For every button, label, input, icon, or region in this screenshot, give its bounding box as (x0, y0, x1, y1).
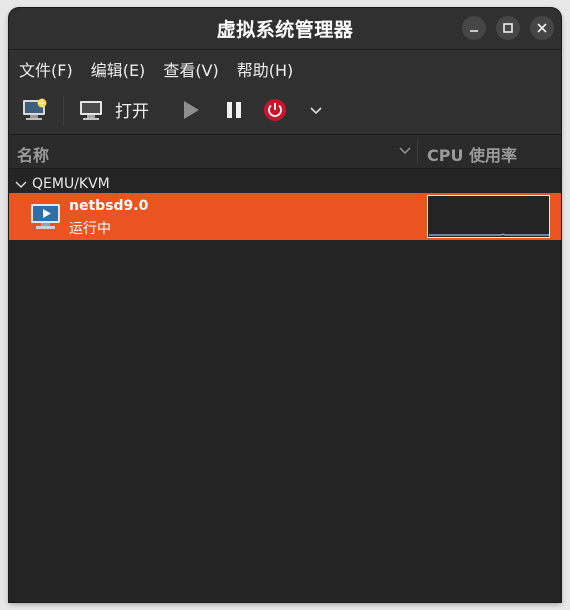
window-title: 虚拟系统管理器 (216, 19, 354, 41)
shutdown-button[interactable] (263, 98, 287, 122)
sort-chevron-icon[interactable] (398, 145, 412, 157)
maximize-button[interactable] (496, 16, 520, 40)
vm-running-icon (31, 204, 60, 229)
app-window: 虚拟系统管理器 文件(F) 编辑(E) 查看(V) 帮助(H) 打开 名称 CP… (9, 8, 561, 602)
vm-row[interactable]: netbsd9.0 运行中 (9, 193, 561, 240)
run-button[interactable] (181, 100, 201, 120)
pause-icon (227, 102, 241, 118)
new-vm-icon (23, 98, 47, 120)
close-button[interactable] (530, 16, 554, 40)
minimize-button[interactable] (462, 16, 486, 40)
menu-file[interactable]: 文件(F) (11, 57, 81, 81)
cpu-usage-sparkline (429, 233, 549, 236)
cpu-usage-line (429, 233, 549, 236)
vm-status: 运行中 (69, 221, 111, 237)
menu-edit[interactable]: 编辑(E) (83, 57, 154, 81)
open-button[interactable]: 打开 (79, 97, 149, 122)
monitor-icon (80, 100, 102, 120)
open-button-label: 打开 (115, 102, 149, 122)
cpu-usage-graph (427, 195, 550, 238)
title-bar[interactable]: 虚拟系统管理器 (9, 8, 561, 50)
close-icon (537, 23, 547, 33)
power-icon (264, 99, 286, 121)
play-icon (184, 101, 199, 119)
chevron-down-icon (310, 107, 322, 115)
pause-button[interactable] (225, 101, 243, 119)
menu-view[interactable]: 查看(V) (155, 57, 226, 81)
toolbar-separator (63, 96, 64, 126)
column-header-name[interactable]: 名称 (17, 142, 49, 166)
maximize-icon (503, 23, 513, 33)
connection-label: QEMU/KVM (32, 176, 110, 192)
minimize-icon (470, 30, 478, 32)
toolbar: 打开 (9, 88, 561, 135)
menu-bar: 文件(F) 编辑(E) 查看(V) 帮助(H) (9, 50, 561, 88)
column-divider[interactable] (417, 139, 418, 164)
shutdown-menu-button[interactable] (309, 104, 323, 118)
vm-name: netbsd9.0 (69, 198, 149, 214)
menu-help[interactable]: 帮助(H) (229, 57, 302, 81)
vm-list-header: 名称 CPU 使用率 (9, 135, 561, 169)
new-vm-button[interactable] (21, 97, 49, 123)
expander-chevron-icon[interactable] (15, 180, 27, 190)
column-header-cpu[interactable]: CPU 使用率 (427, 142, 517, 166)
